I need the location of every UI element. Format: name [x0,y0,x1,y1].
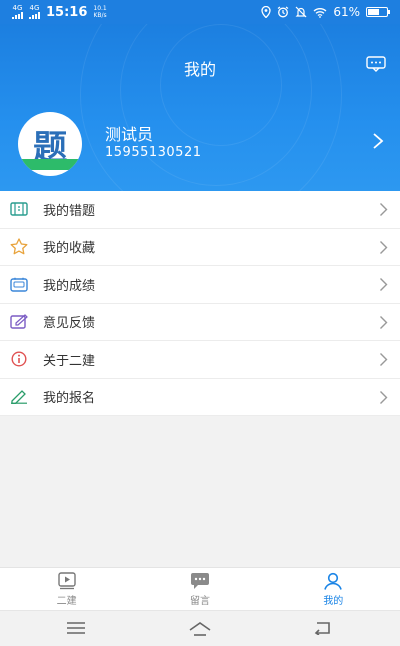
menu-item-about[interactable]: 关于二建 [0,341,400,379]
pen-icon [9,389,29,405]
menu-list: 我的错题 我的收藏 我的成绩 意见反馈 关于二建 我的报名 [0,191,400,416]
mute-icon [295,6,307,18]
network-speed: 10.1 KB/s [93,5,106,19]
chevron-right-icon [380,240,388,254]
tab-label: 二建 [56,596,77,607]
profile-chevron-right-icon[interactable] [372,132,384,150]
message-icon [190,573,209,589]
avatar-band [18,159,82,170]
clock: 15:16 [46,4,88,20]
location-icon [261,6,271,18]
profile-header: 我的 题 测试员 15955130521 [0,24,400,191]
signal-bars-icon [12,12,23,19]
bottom-tab-bar: 二建 留言 我的 [0,567,400,611]
status-right: 61% [261,5,390,19]
tab-mine[interactable]: 我的 [267,568,400,611]
menu-item-scores[interactable]: 我的成绩 [0,266,400,304]
tab-label: 我的 [323,596,344,607]
score-icon [9,276,29,292]
alarm-icon [277,6,289,18]
status-left: 4G 4G 15:16 10.1 KB/s [12,5,107,20]
speed-unit: KB/s [93,12,107,19]
chevron-right-icon [380,278,388,291]
home-icon[interactable] [188,621,212,637]
video-icon [57,572,76,590]
back-icon[interactable] [312,621,332,635]
tab-home[interactable]: 二建 [0,568,133,611]
menu-item-label: 意见反馈 [43,316,96,332]
chevron-right-icon [380,315,388,329]
wrong-questions-icon [9,201,29,217]
menu-item-registration[interactable]: 我的报名 [0,379,400,416]
tab-messages[interactable]: 留言 [133,568,266,611]
menu-item-wrong-questions[interactable]: 我的错题 [0,191,400,229]
signal-label: 4G [29,4,40,12]
signal-bars-icon [29,12,40,19]
tab-label: 留言 [189,596,210,607]
feedback-icon [9,314,29,330]
wifi-icon [313,7,327,18]
menu-item-feedback[interactable]: 意见反馈 [0,304,400,341]
menu-item-label: 关于二建 [43,353,96,369]
speed-value: 10.1 [93,5,107,12]
chat-bubble-icon[interactable] [366,56,386,72]
chevron-right-icon [380,203,388,216]
person-icon [324,572,343,590]
info-icon [9,351,29,367]
menu-item-label: 我的报名 [43,391,96,407]
star-icon [9,238,29,255]
battery-icon [366,7,390,17]
chevron-right-icon [380,353,388,366]
signal-indicator-1: 4G [12,5,23,19]
system-nav-bar [0,610,400,646]
status-bar: 4G 4G 15:16 10.1 KB/s 61% [0,0,400,24]
avatar[interactable]: 题 [18,112,82,176]
menu-item-label: 我的成绩 [43,278,96,294]
menu-item-label: 我的错题 [43,203,96,219]
battery-percent: 61% [333,5,360,19]
menu-item-label: 我的收藏 [43,241,96,257]
menu-item-favorites[interactable]: 我的收藏 [0,229,400,266]
page-title: 我的 [183,60,216,79]
signal-indicator-2: 4G [29,5,40,19]
signal-label: 4G [12,4,23,12]
user-name[interactable]: 测试员 [105,121,153,145]
chevron-right-icon [380,390,388,404]
user-phone: 15955130521 [105,145,202,160]
menu-icon[interactable] [66,621,86,635]
